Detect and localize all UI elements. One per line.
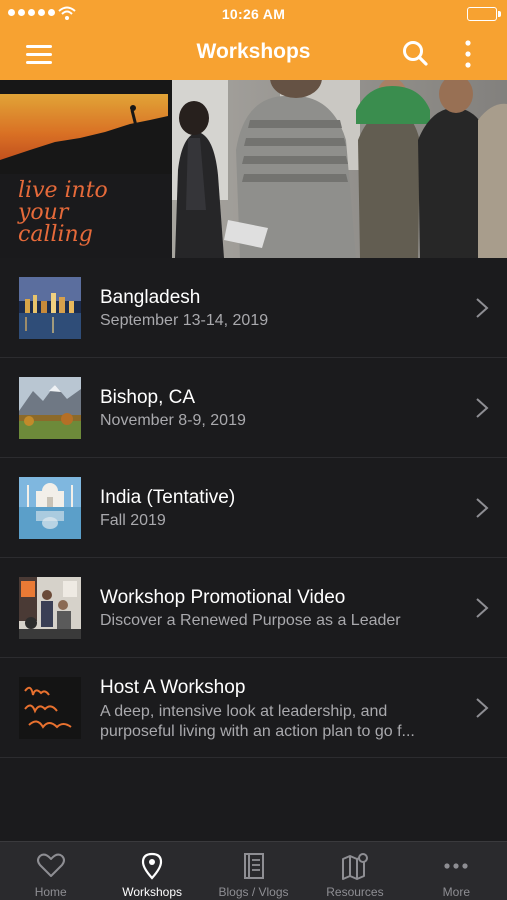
promo-video-thumbnail [19,577,81,639]
item-title: Workshop Promotional Video [100,587,346,608]
item-title: Bangladesh [100,287,201,308]
taj-mahal-thumbnail [19,477,81,539]
status-bar: 10:26 AM [0,0,507,28]
heart-icon [36,853,65,877]
chevron-right-icon [476,298,489,318]
chevron-right-icon [476,398,489,418]
item-description-line-1: A deep, intensive look at leadership, an… [100,703,388,720]
list-item[interactable]: Bishop, CA November 8-9, 2019 [0,358,507,458]
tab-blogs-vlogs[interactable]: Blogs / Vlogs [203,842,304,900]
item-subtitle: Fall 2019 [100,512,166,529]
list-item[interactable]: Bangladesh September 13-14, 2019 [0,258,507,358]
item-subtitle: November 8-9, 2019 [100,412,246,429]
tab-label: Home [34,885,67,899]
nav-bar: Workshops [0,28,507,80]
workshop-list: Bangladesh September 13-14, 2019 Bishop,… [0,258,507,758]
item-subtitle: September 13-14, 2019 [100,312,269,329]
item-description-line-2: purposeful living with an action plan to… [100,723,415,740]
item-title: Bishop, CA [100,387,196,408]
poster-script-text: live into your calling [18,178,108,247]
map-icon [341,853,368,880]
tab-bar: Home Workshops Blogs / Vlogs Resources M… [0,841,507,900]
hero-image: live into your calling [0,80,507,258]
tab-home[interactable]: Home [0,842,101,900]
book-icon [243,853,264,879]
battery-icon [467,7,501,21]
live-into-your-calling-thumbnail [19,677,81,739]
ellipsis-icon [444,863,468,869]
bangladesh-thumbnail [19,277,81,339]
list-item[interactable]: India (Tentative) Fall 2019 [0,458,507,558]
chevron-right-icon [476,698,489,718]
tab-workshops[interactable]: Workshops [101,842,202,900]
item-title: India (Tentative) [100,487,236,508]
status-time: 10:26 AM [221,6,286,22]
chevron-right-icon [476,498,489,518]
chevron-right-icon [476,598,489,618]
tab-label: Resources [326,885,384,899]
tab-more[interactable]: More [406,842,507,900]
tab-label: Blogs / Vlogs [218,885,289,899]
search-icon[interactable] [400,38,432,70]
item-subtitle: Discover a Renewed Purpose as a Leader [100,612,401,629]
tab-label: More [442,885,470,899]
tab-resources[interactable]: Resources [304,842,405,900]
more-options-icon[interactable] [456,38,480,70]
map-pin-icon [142,852,163,880]
list-item[interactable]: Workshop Promotional Video Discover a Re… [0,558,507,658]
bishop-thumbnail [19,377,81,439]
tab-label: Workshops [122,885,183,899]
list-item[interactable]: Host A Workshop A deep, intensive look a… [0,658,507,758]
item-title: Host A Workshop [100,677,246,698]
